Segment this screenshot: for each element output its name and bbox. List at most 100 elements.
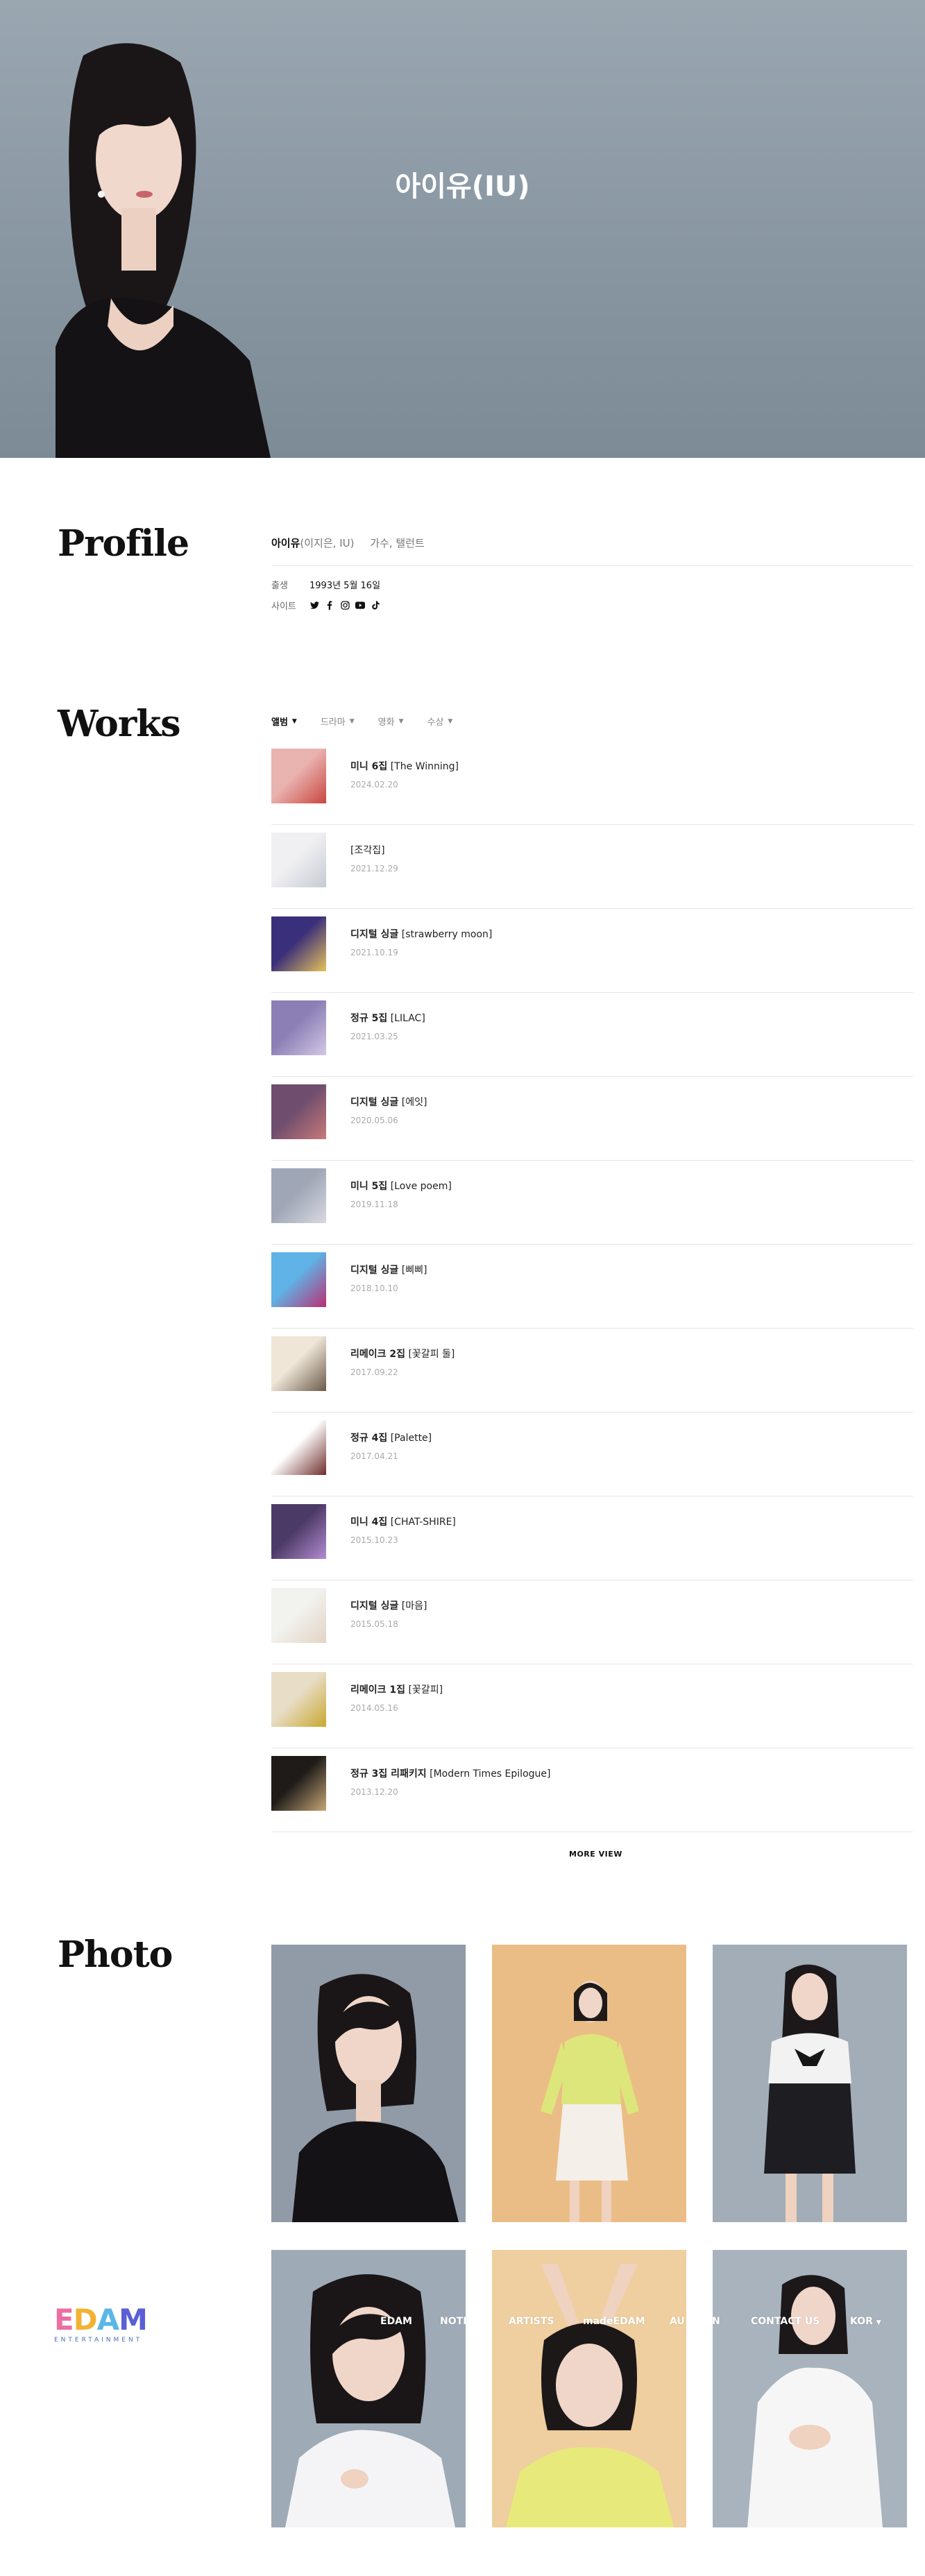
nav-contact[interactable]: CONTACT US	[751, 2316, 820, 2327]
photo-item[interactable]	[492, 2250, 686, 2527]
work-item[interactable]: 미니 6집 [The Winning] 2024.02.20	[271, 741, 913, 825]
photo-item[interactable]	[492, 1945, 686, 2222]
tab-album[interactable]: 앨범 ▼	[271, 715, 297, 728]
photo-item[interactable]	[271, 2250, 466, 2527]
work-title: 디지털 싱글 [에잇]	[350, 1095, 427, 1109]
nav-language-select[interactable]: KOR ▼	[850, 2316, 881, 2327]
work-title: 정규 5집 [LILAC]	[350, 1011, 425, 1025]
work-item[interactable]: 디지털 싱글 [삐삐] 2018.10.10	[271, 1245, 913, 1329]
photo-image	[713, 2250, 907, 2527]
nav-audition[interactable]: AU	[670, 2316, 685, 2327]
hero-banner: 아이유(IU)	[0, 0, 925, 458]
work-type: 디지털 싱글	[350, 1601, 399, 1612]
edam-logo[interactable]: EDAM ENTERTAINMENT	[54, 2305, 153, 2344]
work-name: [CHAT-SHIRE]	[390, 1517, 456, 1528]
instagram-icon[interactable]	[340, 600, 350, 610]
birth-value: 1993년 5월 16일	[309, 580, 381, 591]
work-item[interactable]: 미니 4집 [CHAT-SHIRE] 2015.10.23	[271, 1496, 913, 1580]
work-type: 정규 5집	[350, 1013, 388, 1024]
work-name: [Palette]	[390, 1433, 432, 1444]
tab-drama[interactable]: 드라마 ▼	[321, 715, 355, 728]
work-type: 디지털 싱글	[350, 929, 399, 940]
album-cover	[271, 1000, 326, 1055]
site-row: 사이트	[271, 599, 913, 612]
work-date: 2013.12.20	[350, 1787, 398, 1797]
work-date: 2015.05.18	[350, 1619, 398, 1629]
artist-name: 아이유	[271, 537, 300, 549]
photo-image	[713, 1945, 907, 2222]
work-item[interactable]: 디지털 싱글 [마음] 2015.05.18	[271, 1580, 913, 1664]
artist-title: 아이유(IU)	[395, 171, 530, 203]
album-cover	[271, 1420, 326, 1475]
logo-wordmark: EDAM	[54, 2303, 148, 2337]
chevron-down-icon: ▼	[448, 717, 453, 725]
work-item[interactable]: 미니 5집 [Love poem] 2019.11.18	[271, 1161, 913, 1245]
work-name: [strawberry moon]	[401, 929, 493, 940]
album-cover	[271, 1672, 326, 1727]
photo-item[interactable]	[271, 1945, 466, 2222]
album-cover	[271, 749, 326, 803]
work-title: 정규 4집 [Palette]	[350, 1431, 432, 1444]
work-item[interactable]: 정규 5집 [LILAC] 2021.03.25	[271, 993, 913, 1077]
work-name: [Love poem]	[390, 1181, 452, 1192]
nav-madeedam[interactable]: madeEDAM	[583, 2316, 645, 2327]
work-item[interactable]: [조각집] 2021.12.29	[271, 825, 913, 909]
tab-award[interactable]: 수상 ▼	[427, 715, 453, 728]
work-item[interactable]: 정규 3집 리패키지 [Modern Times Epilogue] 2013.1…	[271, 1748, 913, 1832]
photo-image	[271, 2250, 466, 2527]
work-item[interactable]: 디지털 싱글 [에잇] 2020.05.06	[271, 1077, 913, 1161]
photo-item[interactable]	[713, 2250, 907, 2527]
work-item[interactable]: 디지털 싱글 [strawberry moon] 2021.10.19	[271, 909, 913, 993]
nav-edam[interactable]: EDAM	[380, 2316, 412, 2327]
work-date: 2021.03.25	[350, 1032, 398, 1041]
album-cover	[271, 1252, 326, 1307]
work-date: 2021.10.19	[350, 948, 398, 957]
nav-notice[interactable]: NOTI	[440, 2316, 466, 2327]
album-cover	[271, 1756, 326, 1811]
work-title: [조각집]	[350, 843, 385, 857]
work-date: 2018.10.10	[350, 1283, 398, 1293]
album-cover	[271, 1336, 326, 1391]
work-item[interactable]: 리메이크 1집 [꽃갈피] 2014.05.16	[271, 1664, 913, 1748]
facebook-icon[interactable]	[325, 600, 334, 610]
work-name: [에잇]	[401, 1097, 427, 1108]
work-type: 미니 5집	[350, 1181, 388, 1192]
chevron-down-icon: ▼	[349, 717, 355, 725]
work-date: 2014.05.16	[350, 1703, 398, 1713]
more-view-button[interactable]: MORE VIEW	[569, 1850, 622, 1859]
work-type: 미니 6집	[350, 761, 388, 772]
photo-item[interactable]	[713, 1945, 907, 2222]
work-item[interactable]: 정규 4집 [Palette] 2017.04.21	[271, 1413, 913, 1496]
album-cover	[271, 916, 326, 971]
social-links	[309, 600, 380, 610]
work-type: 리메이크 1집	[350, 1684, 406, 1696]
profile-panel: 아이유(이지은, IU) 가수, 탤런트 출생 1993년 5월 16일 사이트	[271, 536, 913, 612]
twitter-icon[interactable]	[309, 600, 319, 610]
work-date: 2017.04.21	[350, 1451, 398, 1461]
tiktok-icon[interactable]	[371, 600, 380, 610]
work-type: 리메이크 2집	[350, 1349, 406, 1360]
work-name: [Modern Times Epilogue]	[430, 1768, 551, 1780]
hero-portrait	[56, 43, 271, 458]
work-title: 리메이크 2집 [꽃갈피 둘]	[350, 1347, 455, 1360]
work-name: [꽃갈피 둘]	[408, 1349, 455, 1360]
work-type: 정규 3집 리패키지	[350, 1768, 427, 1780]
album-cover	[271, 1588, 326, 1643]
work-item[interactable]: 리메이크 2집 [꽃갈피 둘] 2017.09.22	[271, 1329, 913, 1413]
work-name: [조각집]	[350, 845, 385, 856]
work-type: 정규 4집	[350, 1433, 388, 1444]
work-type: 미니 4집	[350, 1517, 388, 1528]
works-tabs: 앨범 ▼ 드라마 ▼ 영화 ▼ 수상 ▼	[271, 715, 452, 728]
tab-movie[interactable]: 영화 ▼	[378, 715, 404, 728]
chevron-down-icon: ▼	[291, 717, 297, 725]
logo-subtitle: ENTERTAINMENT	[54, 2337, 143, 2344]
youtube-icon[interactable]	[355, 600, 365, 610]
photo-image	[492, 2250, 686, 2527]
work-date: 2019.11.18	[350, 1200, 398, 1209]
work-type: 디지털 싱글	[350, 1265, 399, 1276]
birth-row: 출생 1993년 5월 16일	[271, 579, 913, 591]
work-title: 디지털 싱글 [삐삐]	[350, 1263, 427, 1277]
artist-roles: 가수, 탤런트	[370, 537, 425, 549]
nav-artists[interactable]: ARTISTS	[509, 2316, 554, 2327]
work-name: [삐삐]	[401, 1265, 427, 1276]
